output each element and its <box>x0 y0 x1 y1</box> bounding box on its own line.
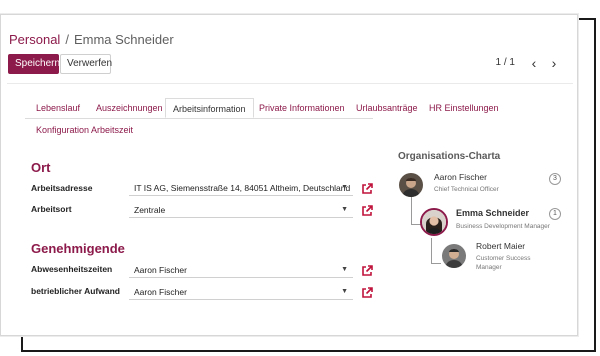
avatar[interactable] <box>399 173 423 197</box>
control-panel: Personal / Emma Schneider Speichern Verwer… <box>1 15 577 75</box>
tab-urlaubsantraege[interactable]: Urlaubsanträge <box>349 98 425 118</box>
subordinate-count-badge[interactable]: 3 <box>549 173 561 185</box>
external-link-icon[interactable] <box>361 265 373 277</box>
chevron-right-icon[interactable]: › <box>545 53 563 73</box>
org-connector <box>431 238 432 264</box>
org-chart-title: Organisations-Charta <box>398 151 501 162</box>
expense-approver-value: Aaron Fischer <box>134 287 187 297</box>
org-person-name-current: Emma Schneider <box>456 208 530 218</box>
chevron-left-icon[interactable]: ‹ <box>525 53 543 73</box>
org-connector <box>431 263 441 264</box>
external-link-icon[interactable] <box>361 205 373 217</box>
expense-approver-select[interactable]: Aaron Fischer ▼ <box>129 286 353 300</box>
field-label-abwesenheitszeiten: Abwesenheitszeiten <box>31 264 113 274</box>
app-window: Personal / Emma Schneider Speichern Verwer… <box>0 14 578 336</box>
avatar <box>420 208 448 236</box>
caret-down-icon: ▼ <box>341 288 348 295</box>
tab-konfiguration-arbeitszeit[interactable]: Konfiguration Arbeitszeit <box>29 120 140 140</box>
breadcrumb: Personal / Emma Schneider <box>9 32 174 47</box>
caret-down-icon: ▼ <box>341 266 348 273</box>
tab-hr-einstellungen[interactable]: HR Einstellungen <box>422 98 506 118</box>
org-person-role: Business Development Manager <box>456 223 550 230</box>
section-title-ort: Ort <box>31 160 51 175</box>
pager-value[interactable]: 1 / 1 <box>496 57 515 68</box>
field-label-arbeitsadresse: Arbeitsadresse <box>31 183 93 193</box>
org-person-role: Customer Success Manager <box>476 255 531 271</box>
caret-down-icon: ▼ <box>341 206 348 213</box>
field-label-arbeitsort: Arbeitsort <box>31 204 72 214</box>
tab-arbeitsinformation[interactable]: Arbeitsinformation <box>165 98 254 118</box>
external-link-icon[interactable] <box>361 287 373 299</box>
work-location-select[interactable]: Zentrale ▼ <box>129 204 353 218</box>
discard-button[interactable]: Verwerfen <box>60 54 112 74</box>
work-location-value: Zentrale <box>134 205 166 215</box>
leave-approver-value: Aaron Fischer <box>134 265 187 275</box>
subordinate-count-badge[interactable]: 1 <box>549 208 561 220</box>
org-connector <box>411 195 412 225</box>
caret-down-icon: ▼ <box>341 184 348 191</box>
tab-private-informationen[interactable]: Private Informationen <box>252 98 352 118</box>
work-address-value: IT IS AG, Siemensstraße 14, 84051 Althei… <box>134 183 351 193</box>
breadcrumb-personal-link[interactable]: Personal <box>9 32 60 47</box>
field-label-betrieblicher-aufwand: betrieblicher Aufwand <box>31 286 120 296</box>
save-button[interactable]: Speichern <box>8 54 60 74</box>
org-person-role: Chief Technical Officer <box>434 186 499 193</box>
external-link-icon[interactable] <box>361 183 373 195</box>
org-person-name[interactable]: Aaron Fischer <box>434 172 487 182</box>
breadcrumb-current: Emma Schneider <box>73 32 174 47</box>
avatar[interactable] <box>442 244 466 268</box>
section-title-genehmigende: Genehmigende <box>31 241 125 256</box>
tab-auszeichnungen[interactable]: Auszeichnungen <box>89 98 170 118</box>
leave-approver-select[interactable]: Aaron Fischer ▼ <box>129 264 353 278</box>
tab-lebenslauf[interactable]: Lebenslauf <box>29 98 87 118</box>
org-person-name[interactable]: Robert Maier <box>476 241 525 251</box>
breadcrumb-separator: / <box>65 32 69 47</box>
work-address-select[interactable]: IT IS AG, Siemensstraße 14, 84051 Althei… <box>129 182 353 196</box>
